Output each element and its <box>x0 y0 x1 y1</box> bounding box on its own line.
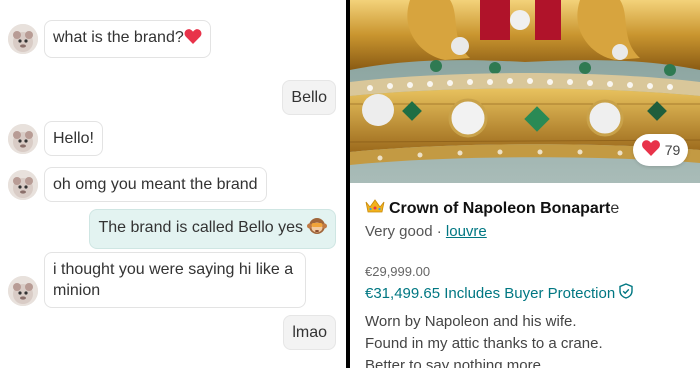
brand-link[interactable]: louvre <box>446 223 487 240</box>
message-text: The brand is called Bello yes <box>98 219 303 236</box>
avatar[interactable] <box>8 276 38 306</box>
description-line: Better to say nothing more... <box>365 357 554 368</box>
title-row: Crown of Napoleon Bonaparte <box>365 198 690 219</box>
crown-emoji <box>365 198 385 219</box>
item-title-tail: e <box>610 199 620 217</box>
message-text: Bello <box>291 89 327 106</box>
item-title-text: Crown of Napoleon Bonapart <box>389 199 611 217</box>
heart-icon <box>641 139 661 162</box>
message-text: i thought you were saying hi like a mini… <box>53 261 294 299</box>
chat-panel: what is the brand? Bello Hello! oh omg y… <box>0 0 346 368</box>
message-text: Hello! <box>53 130 94 147</box>
item-title[interactable]: Crown of Napoleon Bonaparte <box>389 200 619 218</box>
heart-emoji <box>184 28 202 51</box>
description-line: Found in my attic thanks to a crane. <box>365 335 603 352</box>
shield-check-icon <box>619 283 633 303</box>
description-line: Worn by Napoleon and his wife. <box>365 313 577 330</box>
avatar[interactable] <box>8 24 38 54</box>
message-bubble-outgoing: The brand is called Bello yes <box>89 209 336 249</box>
listing-info: Crown of Napoleon Bonaparte Very good · … <box>365 198 690 368</box>
message-text: lmao <box>292 324 327 341</box>
avatar[interactable] <box>8 170 38 200</box>
message-bubble-incoming: what is the brand? <box>44 20 211 58</box>
message-bubble-outgoing: lmao <box>283 315 336 350</box>
message-bubble-incoming: oh omg you meant the brand <box>44 167 267 202</box>
item-description: Worn by Napoleon and his wife. Found in … <box>365 311 690 368</box>
message-bubble-incoming: i thought you were saying hi like a mini… <box>44 252 306 308</box>
listing-panel: 79 Crown of Napoleon Bonaparte Very good… <box>350 0 700 368</box>
monkey-emoji <box>307 216 327 242</box>
message-text: oh omg you meant the brand <box>53 176 258 193</box>
message-text: what is the brand? <box>53 29 184 46</box>
avatar[interactable] <box>8 124 38 154</box>
buyer-protection-price[interactable]: €31,499.65 Includes Buyer Protection <box>365 283 690 303</box>
item-meta: Very good · louvre <box>365 223 690 240</box>
message-bubble-incoming: Hello! <box>44 121 103 156</box>
separator: · <box>436 223 442 240</box>
protection-price-text: €31,499.65 Includes Buyer Protection <box>365 284 616 302</box>
item-price: €29,999.00 <box>365 264 431 279</box>
message-bubble-outgoing: Bello <box>282 80 336 115</box>
favorite-button[interactable]: 79 <box>633 134 688 166</box>
favorite-count: 79 <box>664 142 681 158</box>
condition: Very good <box>365 223 433 240</box>
